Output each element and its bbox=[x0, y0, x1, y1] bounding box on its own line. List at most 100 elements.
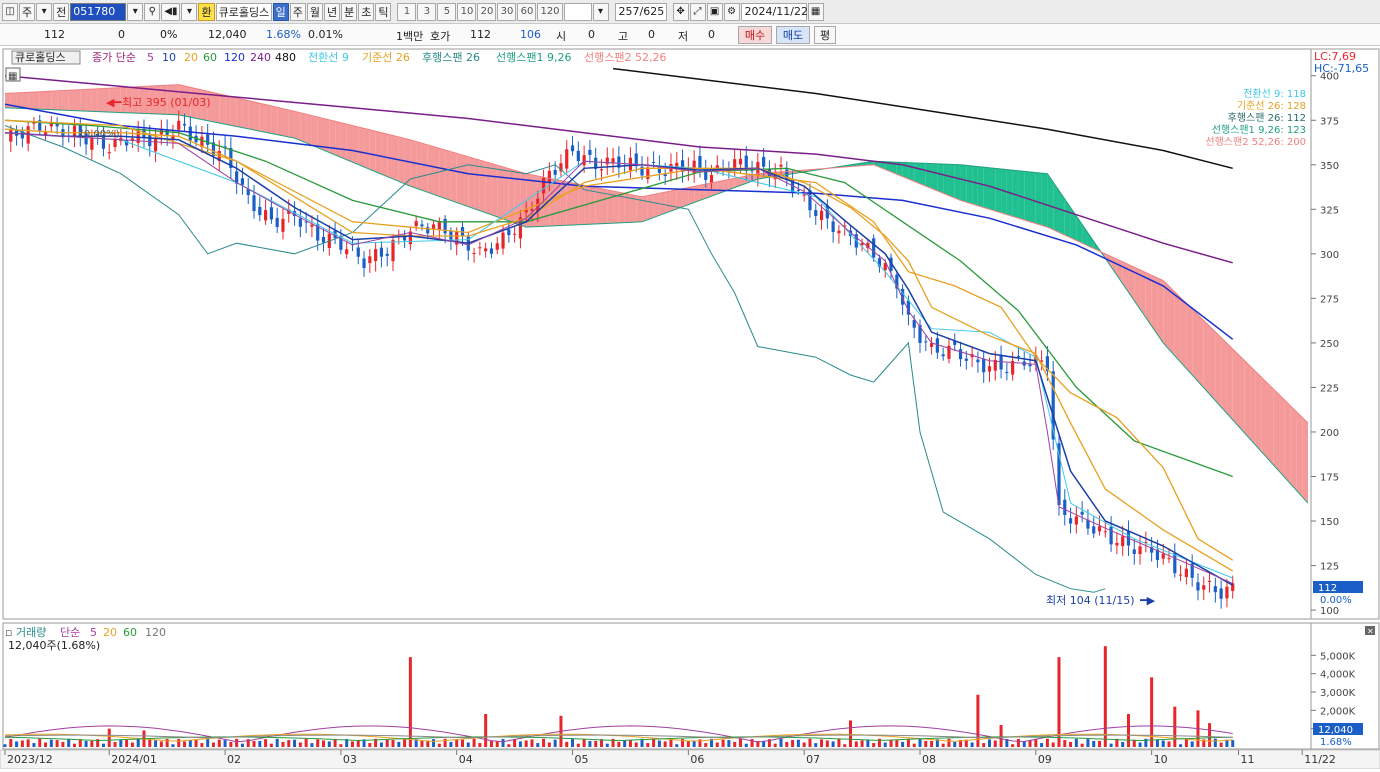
prev-button[interactable]: 전 bbox=[53, 2, 70, 21]
speaker-icon[interactable]: ◀▮ bbox=[161, 2, 181, 21]
kumo-segment bbox=[1238, 354, 1245, 433]
period-second[interactable]: 초 bbox=[358, 2, 375, 21]
date-tick-label: 11/22 bbox=[1304, 753, 1336, 766]
candle-body bbox=[1097, 526, 1102, 532]
candle-body bbox=[1005, 371, 1009, 373]
date-tick-label: 07 bbox=[806, 753, 820, 766]
candle-body bbox=[796, 189, 800, 191]
volume-bar bbox=[843, 744, 847, 747]
candle-body bbox=[107, 152, 111, 154]
high-label: 고 bbox=[618, 30, 629, 43]
chart-svg[interactable]: 100125150175200225250275300325350375400 … bbox=[0, 47, 1380, 770]
volume-panel[interactable] bbox=[2, 622, 1312, 750]
avg-button[interactable]: 평 bbox=[814, 26, 836, 44]
info-kijun: 기준선 26: 128 bbox=[1237, 100, 1306, 112]
info-span-a: 선행스팬1 9,26: 123 bbox=[1212, 124, 1306, 136]
volume-bar bbox=[119, 740, 123, 747]
period-month[interactable]: 월 bbox=[306, 2, 323, 21]
bid-value: 106 bbox=[520, 28, 541, 41]
kumo-segment bbox=[954, 164, 961, 201]
expand-icon[interactable]: ⤢ bbox=[689, 2, 706, 21]
interval-dropdown-icon[interactable]: ▾ bbox=[592, 2, 609, 21]
volume-bar bbox=[495, 741, 499, 747]
sell-button[interactable]: 매도 bbox=[776, 26, 810, 44]
volume-bar bbox=[281, 741, 285, 747]
price-panel[interactable] bbox=[2, 48, 1312, 620]
volume-bar bbox=[1051, 742, 1055, 747]
volume-legend-ma-label: 단순 bbox=[60, 626, 80, 639]
interval-30[interactable]: 30 bbox=[497, 2, 517, 21]
stock-code-input[interactable]: 051780 bbox=[70, 2, 127, 21]
candle-body bbox=[530, 209, 534, 211]
kumo-segment bbox=[1163, 280, 1170, 350]
window-icon[interactable]: ◫ bbox=[2, 2, 18, 21]
kumo-segment bbox=[242, 99, 249, 129]
candle-body bbox=[1121, 536, 1125, 547]
interval-120[interactable]: 120 bbox=[537, 2, 563, 21]
candle-body bbox=[177, 120, 181, 130]
period-minute[interactable]: 분 bbox=[341, 2, 358, 21]
candle-body bbox=[1138, 546, 1142, 555]
interval-10[interactable]: 10 bbox=[457, 2, 477, 21]
candle-body bbox=[611, 158, 615, 163]
volume-bar bbox=[1121, 741, 1125, 747]
volume-bar bbox=[849, 720, 853, 747]
search-icon[interactable]: ⚲ bbox=[144, 2, 161, 21]
period-year[interactable]: 년 bbox=[323, 2, 341, 21]
currency-button[interactable]: 환 bbox=[198, 2, 215, 21]
period-day[interactable]: 일 bbox=[272, 2, 289, 21]
speaker-dropdown-icon[interactable]: ▾ bbox=[181, 2, 198, 21]
count-field[interactable]: 257/625 bbox=[614, 2, 667, 21]
volume-bar bbox=[530, 739, 534, 747]
volume-bar bbox=[252, 740, 256, 747]
period-week[interactable]: 주 bbox=[289, 2, 306, 21]
interval-20[interactable]: 20 bbox=[477, 2, 497, 21]
kumo-segment bbox=[28, 92, 34, 109]
period-tick[interactable]: 틱 bbox=[375, 2, 392, 21]
mode-dropdown-icon[interactable]: ▾ bbox=[36, 2, 53, 21]
code-dropdown-icon[interactable]: ▾ bbox=[127, 2, 144, 21]
volume-bar bbox=[125, 739, 129, 747]
chart-area[interactable]: 100 125 150 175 200 225 250 275 300 325 350 375 400 … bbox=[0, 47, 1380, 770]
buy-button[interactable]: 매수 bbox=[738, 26, 772, 44]
volume-bar bbox=[536, 743, 540, 747]
calendar-icon[interactable]: ▦ bbox=[807, 2, 824, 21]
volume-bar bbox=[154, 740, 158, 747]
interval-5[interactable]: 5 bbox=[437, 2, 457, 21]
toolbar: ◫ 주 ▾ 전 051780 ▾ ⚲ ◀▮ ▾ 환 큐로홀딩스 일 주 월 년 … bbox=[0, 0, 1380, 24]
custom-interval-input[interactable] bbox=[563, 2, 592, 21]
kumo-segment bbox=[230, 96, 237, 127]
candle-body bbox=[1184, 568, 1188, 578]
volume-bar bbox=[773, 743, 777, 747]
volume-bar bbox=[101, 743, 105, 747]
candle-body bbox=[269, 207, 273, 220]
interval-3[interactable]: 3 bbox=[417, 2, 437, 21]
kumo-segment bbox=[352, 125, 359, 165]
gear-icon[interactable]: ⚙ bbox=[723, 2, 740, 21]
candle-body bbox=[513, 233, 517, 235]
save-icon[interactable]: ▣ bbox=[706, 2, 723, 21]
volume-bar bbox=[1190, 741, 1194, 747]
volume-bar bbox=[906, 738, 910, 747]
arrow-right-icon: ━▶ bbox=[1139, 594, 1156, 607]
candle-body bbox=[982, 358, 986, 373]
tool-icon[interactable]: ✥ bbox=[672, 2, 689, 21]
price-tick-label: 300 bbox=[1320, 250, 1339, 261]
change-pct: 0% bbox=[160, 28, 178, 41]
interval-1[interactable]: 1 bbox=[397, 2, 417, 21]
volume-bar bbox=[565, 741, 569, 747]
candle-body bbox=[976, 359, 980, 363]
kumo-segment bbox=[62, 90, 69, 111]
date-field[interactable]: 2024/11/22 bbox=[740, 2, 808, 21]
kumo-segment bbox=[282, 108, 289, 137]
legend-span-a: 선행스팬1 9,26 bbox=[496, 51, 571, 64]
high-annotation: 최고 395 (01/03) bbox=[122, 96, 211, 109]
volume-bar bbox=[322, 740, 326, 747]
info-span-b: 선행스팬2 52,26: 200 bbox=[1205, 136, 1306, 148]
kumo-segment bbox=[1232, 348, 1239, 427]
mode-button[interactable]: 주 bbox=[19, 2, 36, 21]
legend-span-b: 선행스팬2 52,26 bbox=[584, 51, 666, 64]
interval-60[interactable]: 60 bbox=[517, 2, 537, 21]
volume-bar bbox=[1040, 743, 1044, 747]
kumo-segment bbox=[311, 115, 318, 148]
